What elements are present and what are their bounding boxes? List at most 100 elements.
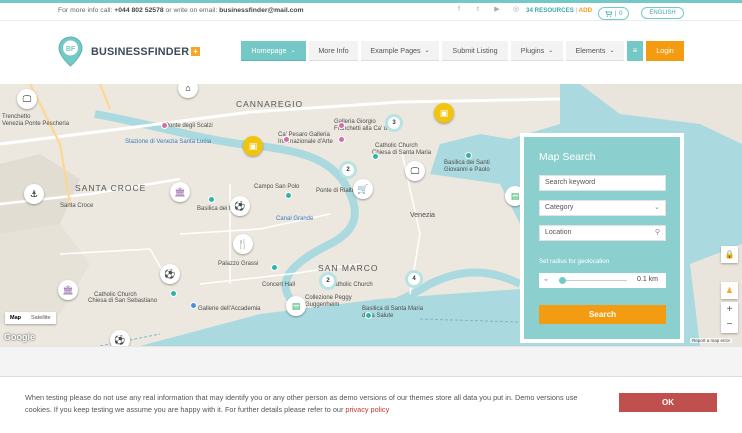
radius-handle[interactable] <box>559 277 566 284</box>
cluster-marker[interactable]: 2 <box>339 161 357 179</box>
poi-dot[interactable] <box>170 290 177 297</box>
place-label: Chiesa di San Sebastiano <box>88 298 158 304</box>
site-header: BF BUSINESSFINDER + Homepage ⌄ More Info E… <box>0 20 742 84</box>
nav-homepage[interactable]: Homepage ⌄ <box>241 41 306 61</box>
search-button[interactable]: Search <box>539 305 666 324</box>
nav-label: Elements <box>575 46 606 55</box>
restaurant-marker-icon[interactable]: 🍴 <box>233 234 253 254</box>
poi-dot[interactable] <box>208 196 215 203</box>
library-marker-icon[interactable]: 🖵 <box>405 161 425 181</box>
content-band <box>0 346 742 376</box>
nav-example-pages[interactable]: Example Pages ⌄ <box>361 41 439 61</box>
chevron-down-icon: ⌄ <box>424 48 430 54</box>
poi-dot[interactable] <box>271 264 278 271</box>
museum-marker-icon[interactable]: 🏛 <box>58 280 78 300</box>
info-mid: or write on email: <box>165 7 218 14</box>
poi-dot[interactable] <box>465 152 472 159</box>
place-label: Trenchetto <box>2 114 31 120</box>
map-search-panel: Map Search Search keyword Category ⌄ Loc… <box>520 133 684 343</box>
privacy-policy-link[interactable]: privacy policy <box>345 405 389 414</box>
email-address[interactable]: businessfinder@mail.com <box>219 7 303 14</box>
twitter-icon[interactable]: t <box>474 6 482 14</box>
place-label: Venezia Ponte Pescheria <box>2 121 70 127</box>
zoom-control: + − <box>721 302 738 333</box>
hamburger-icon[interactable]: ≡ <box>627 41 643 61</box>
cluster-marker[interactable]: 2 <box>319 272 337 290</box>
poi-dot[interactable] <box>285 192 292 199</box>
map-type-satellite[interactable]: Satellite <box>26 312 56 324</box>
museum-marker-icon[interactable]: 🏛 <box>170 182 190 202</box>
chevron-down-icon: ⌄ <box>290 48 296 54</box>
place-label: Catholic Church <box>375 143 418 149</box>
logo[interactable]: BF BUSINESSFINDER + <box>58 36 201 67</box>
keyword-input[interactable]: Search keyword <box>539 175 666 191</box>
football-marker-icon[interactable]: ⚽ <box>110 330 130 346</box>
nav-plugins[interactable]: Plugins ⌄ <box>511 41 563 61</box>
resources-count: 34 <box>526 7 533 14</box>
place-label: Canal Grande <box>276 216 314 222</box>
login-button[interactable]: Login <box>646 41 684 61</box>
football-marker-icon[interactable]: ⚽ <box>160 264 180 284</box>
location-placeholder: Location <box>545 229 572 236</box>
cluster-marker[interactable]: 3 <box>385 114 403 132</box>
social-links: f t ▶ ◎ <box>455 6 520 14</box>
zoom-in-button[interactable]: + <box>721 302 738 317</box>
language-selector[interactable]: ENGLISH <box>641 7 684 19</box>
poi-dot[interactable] <box>338 122 345 129</box>
map-attribution[interactable]: Report a map error <box>690 338 733 343</box>
nav-more-info[interactable]: More Info <box>309 41 358 61</box>
poi-dot[interactable] <box>338 136 345 143</box>
nav-label: Submit Listing <box>452 46 498 55</box>
shop-marker-icon[interactable]: ▣ <box>243 136 263 156</box>
pegman-icon[interactable]: ♟ <box>721 282 738 299</box>
cart-button[interactable]: | 0 <box>598 7 629 20</box>
nav-elements[interactable]: Elements ⌄ <box>566 41 624 61</box>
poi-dot[interactable] <box>190 302 197 309</box>
radius-label: Set radius for geolocation <box>539 258 610 265</box>
poi-dot[interactable] <box>283 136 290 143</box>
place-label: Stazione di Venezia Santa Lucia <box>125 139 212 145</box>
cart-marker-icon[interactable]: 🛒 <box>353 179 373 199</box>
place-label: Collezione Peggy Guggenheim <box>305 295 352 308</box>
location-pin-icon[interactable]: ⚲ <box>655 226 660 240</box>
nav-label: Plugins <box>520 46 545 55</box>
district-label-santa-croce: SANTA CROCE <box>75 183 147 193</box>
google-logo: Google <box>4 332 35 342</box>
add-link[interactable]: ADD <box>579 7 592 14</box>
nav-submit-listing[interactable]: Submit Listing <box>442 41 508 61</box>
brand-plus-badge: + <box>191 46 201 56</box>
place-label: Venezia <box>410 212 435 219</box>
resources-link[interactable]: 34 RESOURCES | ADD <box>526 7 592 14</box>
chevron-down-icon: ⌄ <box>654 204 660 211</box>
location-input[interactable]: Location ⚲ <box>539 225 666 241</box>
lock-icon[interactable]: 🔒 <box>721 246 738 263</box>
shop-marker-icon[interactable]: ▣ <box>434 103 454 123</box>
poi-dot[interactable] <box>372 153 379 160</box>
youtube-icon[interactable]: ▶ <box>493 6 501 14</box>
radius-track[interactable] <box>559 280 627 281</box>
library-marker-icon[interactable]: 🖵 <box>17 89 37 109</box>
cookie-ok-button[interactable]: OK <box>619 393 717 412</box>
poi-dot[interactable] <box>161 122 168 129</box>
map-type-control: Map Satellite <box>5 312 56 324</box>
phone-number[interactable]: +044 802 52578 <box>114 7 163 14</box>
place-label: Ponte degli Scalzi <box>165 123 213 129</box>
anchor-marker-icon[interactable]: ⚓ <box>24 184 44 204</box>
brand-light: FINDER <box>147 45 190 58</box>
top-info-bar: For more info call: +044 802 52578 or wr… <box>0 0 742 20</box>
radius-slider[interactable]: ⌖ 0.1 km <box>539 273 666 288</box>
place-label: Gallerie dell'Accademia <box>198 306 261 312</box>
poi-marker-icon[interactable]: ▤ <box>286 296 306 316</box>
facebook-icon[interactable]: f <box>455 6 463 14</box>
zoom-out-button[interactable]: − <box>721 317 738 332</box>
poi-dot[interactable] <box>365 312 372 319</box>
place-label: Basilica di Santa Maria della Salute <box>362 306 424 319</box>
category-select[interactable]: Category ⌄ <box>539 200 666 216</box>
dribbble-icon[interactable]: ◎ <box>512 6 520 14</box>
football-marker-icon[interactable]: ⚽ <box>230 196 250 216</box>
map-type-map[interactable]: Map <box>5 312 26 324</box>
nav-label: Example Pages <box>370 46 421 55</box>
brand-name: BUSINESSFINDER + <box>91 45 201 58</box>
cluster-marker[interactable]: 4 <box>405 270 423 288</box>
svg-text:BF: BF <box>66 46 76 53</box>
